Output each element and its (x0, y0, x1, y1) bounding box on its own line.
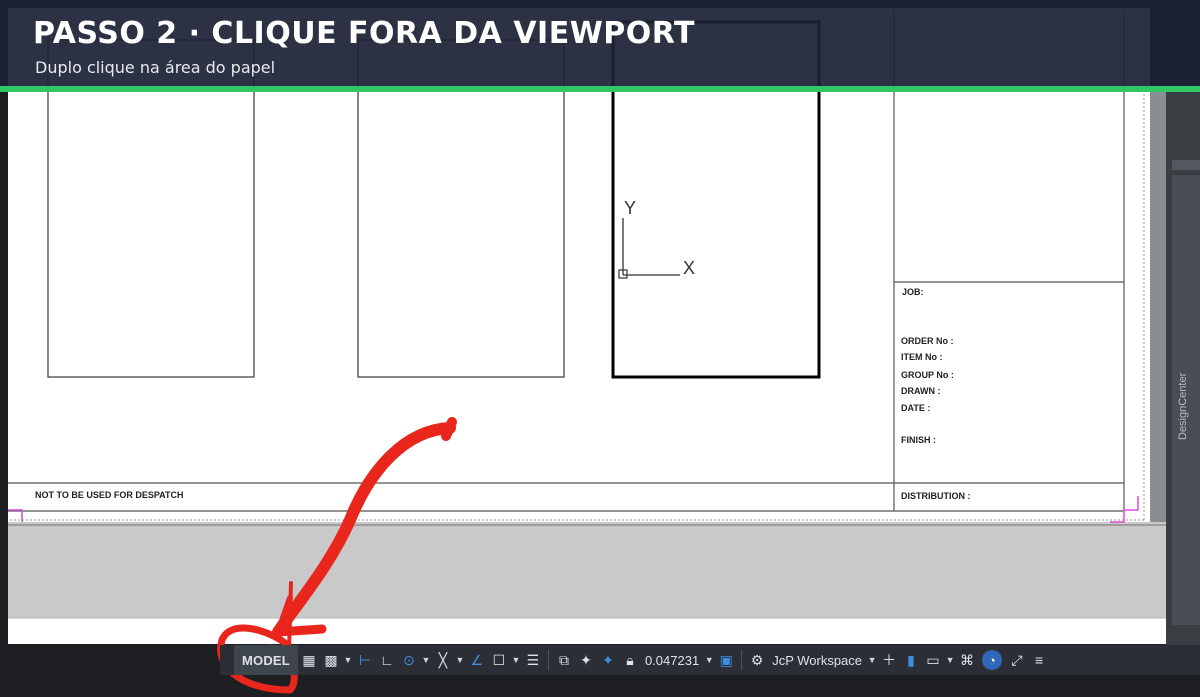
plus-icon[interactable]: ＋ (878, 645, 900, 675)
scale-dropdown-icon[interactable]: ▼ (703, 645, 715, 675)
title-block-group: GROUP No : (901, 370, 954, 380)
units-icon[interactable]: ▣ (715, 645, 737, 675)
title-block-date: DATE : (901, 403, 930, 413)
workspace-dropdown-icon[interactable]: ▼ (866, 645, 878, 675)
menu-icon[interactable]: ≡ (1028, 645, 1050, 675)
otrack-dropdown-icon[interactable]: ▼ (454, 645, 466, 675)
instruction-banner: PASSO 2 · CLIQUE FORA DA VIEWPORT Duplo … (0, 0, 1200, 86)
grid-icon[interactable]: ▦ (298, 645, 320, 675)
banner-accent-line (0, 86, 1200, 92)
command-line[interactable] (8, 618, 1166, 644)
viewport-scale[interactable]: 0.047231 (641, 645, 703, 675)
banner-subtitle: Duplo clique na área do papel (35, 58, 276, 77)
isolate-objects-icon[interactable]: ◔ (982, 650, 1003, 670)
workspace-switcher[interactable]: JcP Workspace (768, 645, 866, 675)
ucs-y-label: Y (624, 198, 636, 218)
title-block-drawn: DRAWN : (901, 386, 941, 396)
title-block-finish: FINISH : (901, 435, 936, 445)
despatch-note: NOT TO BE USED FOR DESPATCH (35, 490, 184, 500)
designcenter-label[interactable]: DesignCenter (1177, 372, 1189, 440)
polar-icon[interactable]: ∟ (376, 645, 398, 675)
banner-title: PASSO 2 · CLIQUE FORA DA VIEWPORT (33, 16, 696, 51)
layout-background[interactable] (8, 522, 1166, 618)
title-block-distribution: DISTRIBUTION : (901, 491, 971, 501)
annotation-visibility-icon[interactable]: ✦ (575, 645, 597, 675)
clean-screen-icon[interactable]: ⤢ (1006, 645, 1028, 675)
ortho-icon[interactable]: ⊢ (354, 645, 376, 675)
snap-icon[interactable]: ▩ (320, 645, 342, 675)
scrollbar[interactable] (1150, 90, 1166, 522)
osnap-icon[interactable]: ⊙ (398, 645, 420, 675)
autocad-layout-canvas[interactable]: DesignCenter Y X JOB: ORDER No : ITEM No… (0, 0, 1200, 697)
isodraft-icon[interactable]: ∠ (466, 645, 488, 675)
osnap-dropdown-icon[interactable]: ▼ (420, 645, 432, 675)
annotation-scale-icon[interactable]: ✦ (597, 645, 619, 675)
isolate-icon[interactable]: ⌘ (956, 645, 978, 675)
title-block-job: JOB: (902, 287, 924, 297)
title-block-item: ITEM No : (901, 352, 943, 362)
lineweight-icon[interactable]: ☐ (488, 645, 510, 675)
monitor-icon[interactable]: ▭ (922, 645, 944, 675)
transparency-icon[interactable]: ☰ (522, 645, 544, 675)
ucs-x-label: X (683, 258, 695, 278)
snap-dropdown-icon[interactable]: ▼ (342, 645, 354, 675)
otrack-icon[interactable]: ╳ (432, 645, 454, 675)
monitor-dropdown-icon[interactable]: ▼ (944, 645, 956, 675)
lineweight-dropdown-icon[interactable]: ▼ (510, 645, 522, 675)
title-block-order: ORDER No : (901, 336, 954, 346)
model-space-toggle[interactable]: MODEL (234, 645, 298, 675)
gear-icon[interactable]: ⚙ (746, 645, 768, 675)
hardware-accel-icon[interactable]: ▮ (900, 645, 922, 675)
status-bar: MODEL ▦ ▩ ▼ ⊢ ∟ ⊙ ▼ ╳ ▼ ∠ ☐ ▼ ☰ ⧉ ✦ ✦ 🔒︎… (220, 645, 1200, 675)
lock-icon[interactable]: 🔒︎ (619, 645, 641, 675)
selection-cycling-icon[interactable]: ⧉ (553, 645, 575, 675)
